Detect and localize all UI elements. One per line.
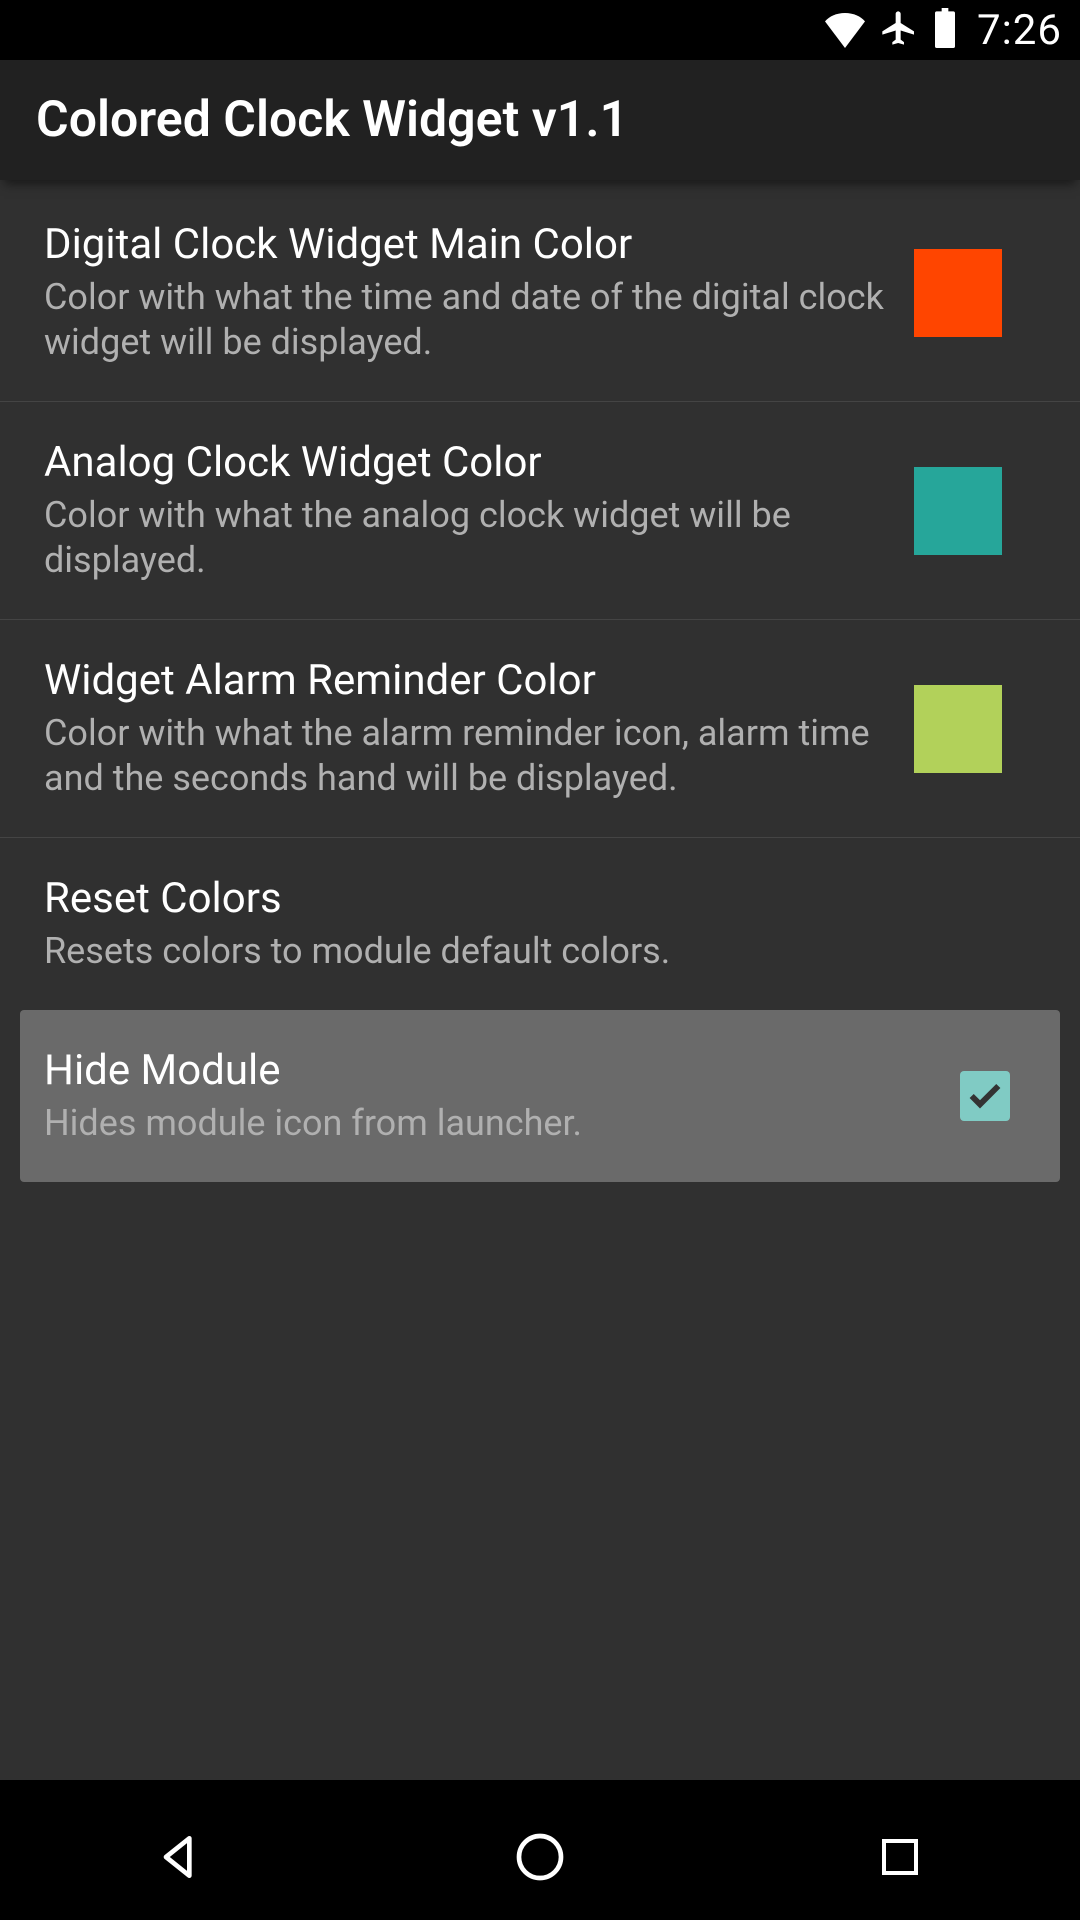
pref-title: Analog Clock Widget Color [44, 438, 884, 487]
color-swatch[interactable] [914, 685, 1002, 773]
status-time: 7:26 [977, 6, 1062, 55]
pref-title: Digital Clock Widget Main Color [44, 220, 884, 269]
nav-recent-button[interactable] [800, 1794, 1000, 1920]
settings-list: Digital Clock Widget Main Color Color wi… [0, 180, 1080, 1780]
pref-reset-colors[interactable]: Reset Colors Resets colors to module def… [0, 838, 1080, 1010]
pref-subtitle: Resets colors to module default colors. [44, 929, 1006, 974]
pref-alarm-color[interactable]: Widget Alarm Reminder Color Color with w… [0, 620, 1080, 838]
battery-icon [933, 8, 957, 52]
pref-title: Reset Colors [44, 874, 1006, 923]
pref-title: Widget Alarm Reminder Color [44, 656, 884, 705]
nav-bar [0, 1794, 1080, 1920]
wifi-icon [825, 8, 865, 52]
pref-digital-color[interactable]: Digital Clock Widget Main Color Color wi… [0, 184, 1080, 402]
pref-analog-color[interactable]: Analog Clock Widget Color Color with wha… [0, 402, 1080, 620]
pref-subtitle: Color with what the analog clock widget … [44, 493, 884, 583]
pref-title: Hide Module [44, 1046, 930, 1095]
pref-hide-module[interactable]: Hide Module Hides module icon from launc… [20, 1010, 1060, 1182]
app-bar: Colored Clock Widget v1.1 [0, 60, 1080, 180]
pref-subtitle: Hides module icon from launcher. [44, 1101, 930, 1146]
back-icon [152, 1829, 208, 1885]
color-swatch[interactable] [914, 467, 1002, 555]
nav-home-button[interactable] [440, 1794, 640, 1920]
page-title: Colored Clock Widget v1.1 [36, 91, 628, 149]
status-bar: 7:26 [0, 0, 1080, 60]
recent-icon [876, 1833, 924, 1881]
color-swatch[interactable] [914, 249, 1002, 337]
airplane-icon [879, 8, 919, 52]
pref-subtitle: Color with what the time and date of the… [44, 275, 884, 365]
check-icon [965, 1076, 1005, 1116]
pref-subtitle: Color with what the alarm reminder icon,… [44, 711, 884, 801]
checkbox-hide-module[interactable] [960, 1071, 1010, 1121]
nav-back-button[interactable] [80, 1794, 280, 1920]
home-icon [512, 1829, 568, 1885]
